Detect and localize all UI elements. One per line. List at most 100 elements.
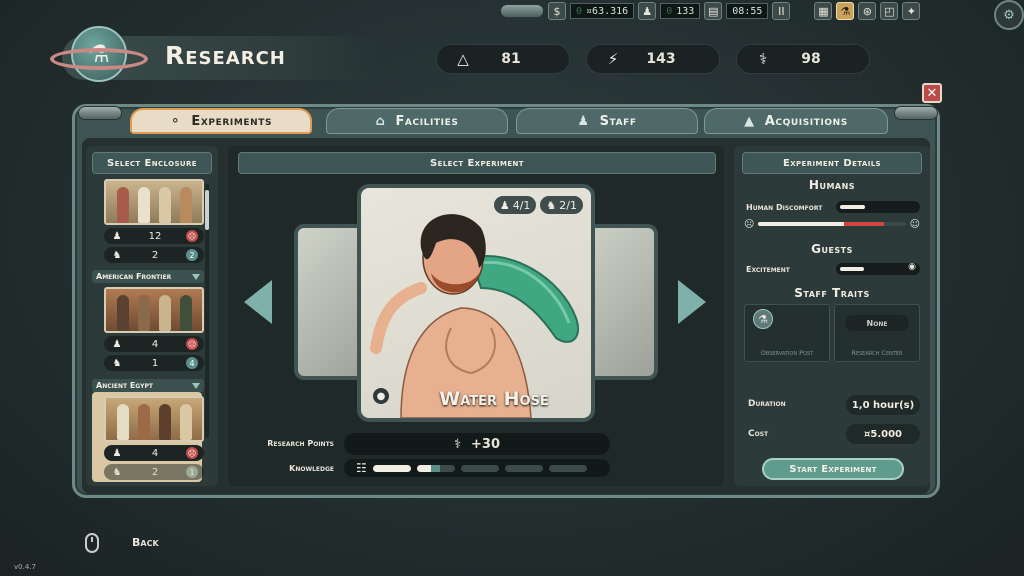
experiment-card[interactable]: ♟ 4/1 ♞ 2/1 ● Water Hose [357,184,595,422]
staff-icon: ♞ [112,466,122,478]
build-menu-icon[interactable]: ▦ [814,2,833,20]
enclosure-humans-row: ♟ 12 ☹ [104,228,204,244]
staff-icon: ♞ [112,249,122,261]
library-icon: ☷ [356,461,367,475]
staff-count-badge: 4 [186,357,198,369]
chevron-down-icon [192,382,200,389]
start-experiment-button[interactable]: Start Experiment [762,458,904,480]
emblem-ring [50,48,148,70]
facility-icon: ⌂ [375,113,386,129]
staff-count-badge: 2 [186,249,198,261]
human-icon: ♟ [112,338,122,350]
version-label: v0.4.7 [14,563,36,571]
tab-staff[interactable]: ♟ Staff [516,108,698,134]
select-enclosure-header: Select Enclosure [92,152,212,174]
discomfort-gradient-bar [758,222,906,226]
enclosure-humans-row: ♟ 4 ☹ [104,336,204,352]
enclosure-thumbnail [104,179,204,225]
select-experiment-header: Select Experiment [238,152,716,174]
water-hose-illustration [370,214,579,418]
discomfort-face-icon: ☹ [186,447,198,459]
knowledge-label: Knowledge [289,464,334,473]
trait-label: Research Center [851,349,903,357]
meter-label: Human Discomfort [746,202,823,212]
tab-acquisitions[interactable]: ▲ Acquisitions [704,108,888,134]
page-title: Research [165,41,286,70]
broadcast-icon[interactable]: ⊛ [858,2,877,20]
door-icon[interactable]: ◰ [880,2,899,20]
stat-pill-lightning: ⚡ 143 [586,44,720,74]
water-drop-icon: ● [373,388,389,404]
bulb-icon: ◉ [908,262,916,272]
research-menu-icon[interactable]: ⚗ [836,2,855,20]
calendar-icon[interactable]: ▤ [704,2,723,20]
pipe-right [894,106,938,120]
happy-face-icon: ☺ [909,218,920,230]
microscope-icon: ⚬ [169,113,182,129]
duration-label: Duration [748,399,786,409]
staff-traits-section-title: Staff Traits [794,286,870,300]
stat-value: 98 [801,51,821,67]
unhappy-face-icon: ☹ [744,218,755,230]
knowledge-progress-bar: ☷ [344,459,610,477]
enclosure-card[interactable]: ♟ 12 ☹ ♞ 2 2 [104,179,204,263]
map-icon[interactable]: ✦ [902,2,921,20]
staff-traits-area: ⚗ Observation Post None Research Center [742,304,922,366]
trait-label: Observation Post [760,349,814,357]
discomfort-face-icon: ☹ [186,338,198,350]
stat-pill-research: ⚕ 98 [736,44,870,74]
research-points-value: +30 [471,436,501,452]
trait-value: None [845,315,909,331]
back-button[interactable]: Back [132,536,159,549]
trait-slot-research-center[interactable]: None Research Center [834,304,920,362]
humans-section-title: Humans [808,178,856,192]
cost-value: ¤5.000 [846,424,920,444]
enclosure-staff-row: ♞ 1 4 [104,355,204,371]
tab-label: Facilities [395,113,459,129]
knowledge-segment [548,464,587,472]
tab-label: Acquisitions [764,113,848,129]
research-flask-icon: ⚕ [758,50,768,68]
tab-experiments[interactable]: ⚬ Experiments [130,108,312,134]
mouse-icon [85,533,99,553]
pipe-left [78,106,122,120]
enclosure-staff-row: ♞ 2 1 [104,464,204,480]
enclosure-card[interactable]: ♟ 4 ☹ ♞ 1 4 [104,287,204,371]
money-readout: 0 ¤63.316 [570,3,635,19]
settings-disc-button[interactable]: ⚙ [994,0,1024,30]
human-requirement-pill: ♟ 4/1 [493,196,537,214]
stat-pill-flask: △ 81 [436,44,570,74]
next-arrow-button[interactable] [678,280,706,324]
flask-trait-icon: ⚗ [753,309,773,329]
tab-facilities[interactable]: ⌂ Facilities [326,108,508,134]
knowledge-segment [372,464,411,472]
duration-value: 1,0 hour(s) [846,395,920,415]
experiment-name: Water Hose [439,388,549,410]
staff-requirement-pill: ♞ 2/1 [540,196,583,214]
cost-label: Cost [748,429,769,439]
close-button[interactable]: ✕ [922,83,942,103]
guests-section-title: Guests [811,242,853,256]
enclosure-card-selected[interactable]: ♟ 4 ☹ ♞ 2 1 [104,396,204,480]
clock-readout: 08:55 [726,3,769,19]
discomfort-face-icon: ☹ [186,230,198,242]
population-icon: ♟ [638,2,657,20]
human-discomfort-meter [836,201,920,213]
enclosure-thumbnail [104,287,204,333]
pause-button[interactable]: II [772,2,791,20]
requirement-pills: ♟ 4/1 ♞ 2/1 [493,196,583,214]
research-flask-icon: ⚕ [453,436,462,452]
lightning-icon: ⚡ [607,50,619,68]
chevron-down-icon [192,273,200,280]
money-icon: $ [548,2,566,20]
previous-arrow-button[interactable] [244,280,272,324]
tab-label: Experiments [191,113,273,129]
human-icon: ♟ [112,447,122,459]
research-points-label: Research Points [267,439,334,448]
trait-slot-observation-post[interactable]: ⚗ Observation Post [744,304,830,362]
tab-label: Staff [599,113,637,129]
enclosure-scroll-thumb[interactable] [205,190,209,230]
enclosure-label-ancient-egypt: Ancient Egypt [92,379,204,392]
population-readout: 0 133 [660,3,701,19]
staff-icon: ♞ [546,198,557,212]
